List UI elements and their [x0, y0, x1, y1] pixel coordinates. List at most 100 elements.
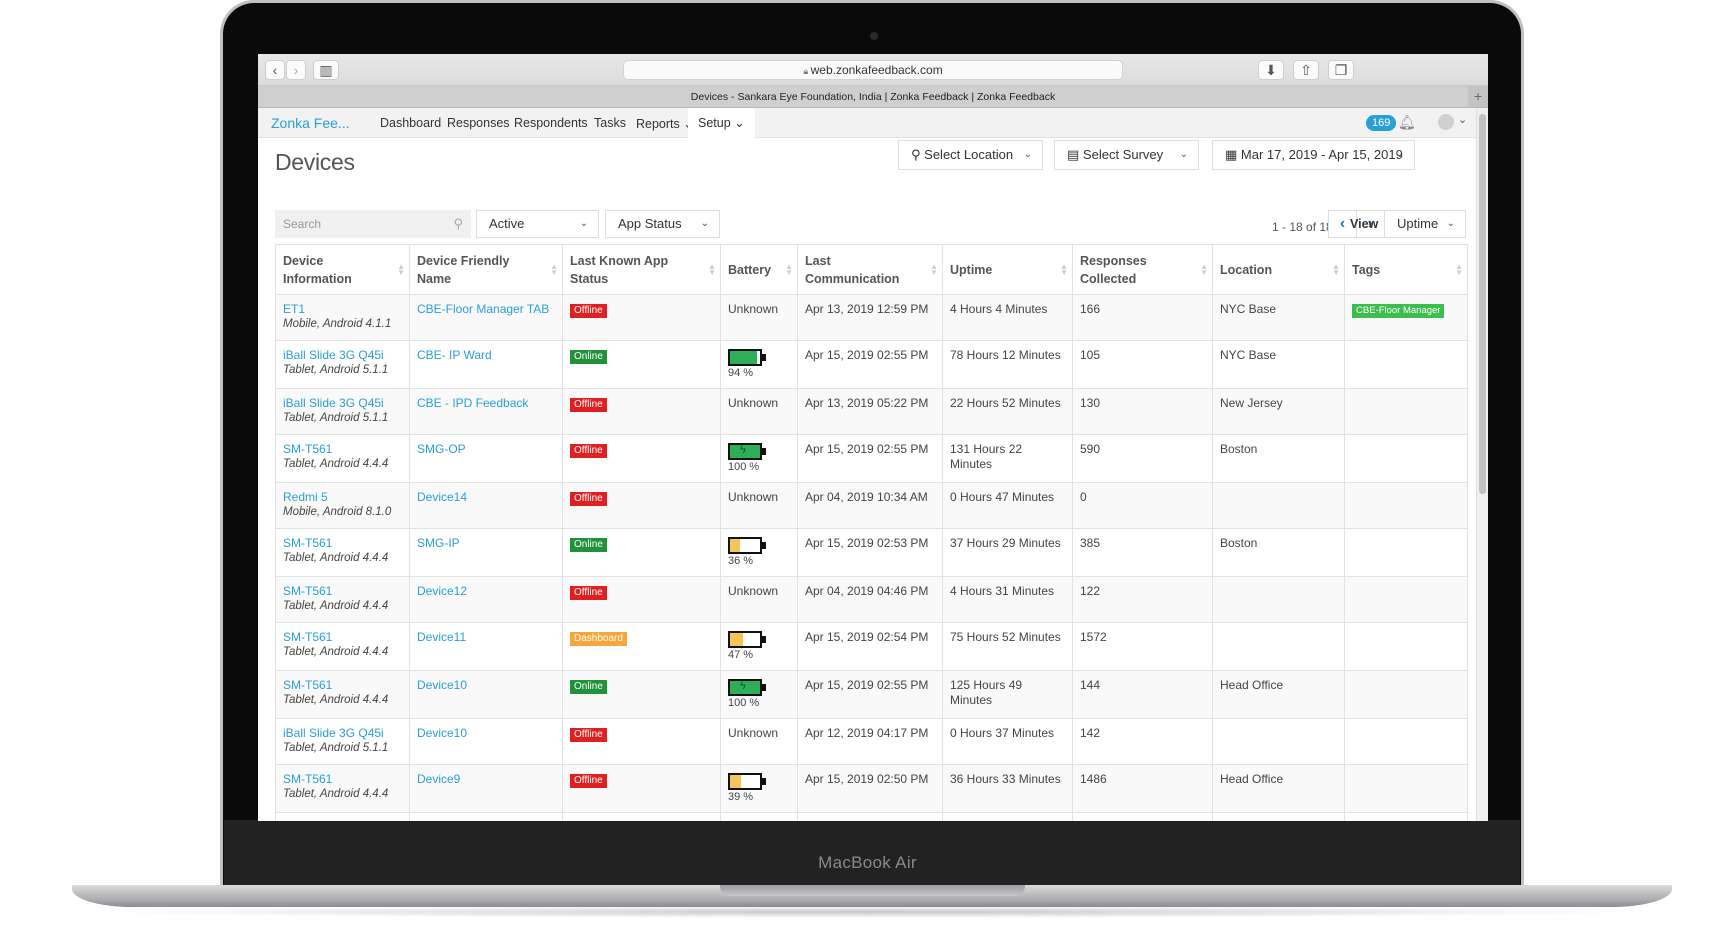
- device-link[interactable]: SM-T561: [283, 536, 402, 551]
- device-link[interactable]: SM-T561: [283, 584, 402, 599]
- brand-logo[interactable]: Zonka Fee...: [271, 115, 350, 131]
- column-header-location[interactable]: Location ▲ ▼: [1212, 244, 1345, 295]
- column-header-device-friendly-name[interactable]: Device Friendly Name ▲ ▼: [409, 244, 563, 295]
- cell-friendly-name: Device8: [409, 812, 563, 821]
- scrollbar-thumb[interactable]: [1479, 114, 1486, 494]
- cell-last-communication: Apr 15, 2019 02:54 PM: [797, 622, 943, 671]
- charging-bolt-icon: ϟ: [740, 444, 746, 456]
- friendly-name-link[interactable]: Device9: [417, 772, 555, 787]
- column-header-last-known-app-status[interactable]: Last Known App Status ▲ ▼: [562, 244, 721, 295]
- friendly-name-link[interactable]: Device14: [417, 490, 555, 505]
- view-dropdown[interactable]: Uptime ⌄: [1384, 210, 1466, 238]
- column-header-uptime[interactable]: Uptime ▲ ▼: [942, 244, 1073, 295]
- tag-badge[interactable]: CBE-Floor Manager: [1352, 304, 1445, 318]
- battery-unknown: Unknown: [728, 490, 779, 504]
- date-range-picker[interactable]: ▦ Mar 17, 2019 - Apr 15, 2019 ⌄: [1212, 140, 1415, 170]
- select-location-dropdown[interactable]: ⚲ Select Location ⌄: [898, 140, 1043, 170]
- share-button[interactable]: ⇧: [1293, 60, 1319, 80]
- device-link[interactable]: iBall Slide 3G Q45i: [283, 396, 402, 411]
- status-badge: Offline: [570, 444, 607, 458]
- sort-icon[interactable]: ▲ ▼: [1060, 262, 1068, 276]
- friendly-name-link[interactable]: SMG-IP: [417, 536, 555, 551]
- sort-icon[interactable]: ▲ ▼: [550, 262, 558, 276]
- friendly-name-link[interactable]: CBE-Floor Manager TAB: [417, 302, 555, 317]
- nav-setup[interactable]: Setup ⌄: [688, 108, 755, 138]
- device-link[interactable]: Redmi 5: [283, 490, 402, 505]
- active-tab-title[interactable]: Devices - Sankara Eye Foundation, India …: [691, 91, 1055, 103]
- device-platform: Tablet, Android 4.4.4: [283, 694, 389, 706]
- device-link[interactable]: SM-T561: [283, 678, 402, 693]
- cell-app-status: Online: [562, 528, 721, 577]
- cell-device-info: SM-T561Tablet, Android 4.4.4: [275, 528, 410, 577]
- device-link[interactable]: SM-T561: [283, 442, 402, 457]
- chevron-down-icon: ⌄: [1023, 149, 1032, 160]
- device-link[interactable]: iBall Slide 3G Q45i: [283, 348, 402, 363]
- user-avatar[interactable]: [1438, 114, 1454, 130]
- back-button[interactable]: ‹: [265, 60, 285, 80]
- active-filter-dropdown[interactable]: Active ⌄: [476, 210, 599, 238]
- browser-toolbar: ‹ › ▥ 🔒︎ web.zonkafeedback.com ⬇ ⇧ ❐: [258, 54, 1488, 86]
- sort-icon[interactable]: ▲ ▼: [785, 262, 793, 276]
- chevron-down-icon[interactable]: ⌄: [1458, 113, 1467, 126]
- sort-icon[interactable]: ▲ ▼: [930, 262, 938, 276]
- cell-app-status: Offline: [562, 388, 721, 435]
- sort-icon[interactable]: ▲ ▼: [1200, 262, 1208, 276]
- cell-uptime: 0 Hours 37 Minutes: [942, 718, 1073, 765]
- nav-reports[interactable]: Reports ⌄: [636, 116, 694, 131]
- nav-responses[interactable]: Responses: [447, 116, 510, 130]
- device-link[interactable]: SM-T561: [283, 820, 402, 821]
- column-header-battery[interactable]: Battery ▲ ▼: [720, 244, 798, 295]
- table-row: iBall Slide 3G Q45i Tablet, Android 5.1.1…: [275, 388, 1468, 435]
- device-link[interactable]: SM-T561: [283, 772, 402, 787]
- sort-icon[interactable]: ▲ ▼: [397, 262, 405, 276]
- status-badge: Offline: [570, 774, 607, 788]
- friendly-name-link[interactable]: Device12: [417, 584, 555, 599]
- column-header-device-information[interactable]: Device Information ▲ ▼: [275, 244, 410, 295]
- friendly-name-link[interactable]: Device10: [417, 678, 555, 693]
- column-header-last-communication[interactable]: Last Communication ▲ ▼: [797, 244, 943, 295]
- nav-dashboard[interactable]: Dashboard: [380, 116, 441, 130]
- chevron-down-icon: ⌄: [579, 218, 588, 229]
- cell-location: [1212, 812, 1345, 821]
- cell-location: Boston: [1212, 528, 1345, 577]
- friendly-name-link[interactable]: SMG-OP: [417, 442, 555, 457]
- status-badge: Offline: [570, 728, 607, 742]
- column-header-label: Device Information: [283, 253, 352, 286]
- sort-icon[interactable]: ▲ ▼: [1455, 262, 1463, 276]
- search-input[interactable]: Search ⚲: [275, 210, 471, 238]
- battery-icon: [728, 349, 766, 366]
- bell-icon[interactable]: 🔔︎: [1398, 114, 1416, 131]
- column-header-tags[interactable]: Tags ▲ ▼: [1344, 244, 1468, 295]
- tabs-button[interactable]: ❐: [1328, 60, 1354, 80]
- new-tab-button[interactable]: +: [1468, 86, 1488, 107]
- table-row: SM-T561Tablet, Android 4.4.4 Device8 Offli…: [275, 812, 1468, 821]
- device-link[interactable]: iBall Slide 3G Q45i: [283, 726, 402, 741]
- friendly-name-link[interactable]: CBE - IPD Feedback: [417, 396, 555, 411]
- device-platform: Tablet, Android 4.4.4: [283, 600, 389, 612]
- column-header-responses-collected[interactable]: Responses Collected ▲ ▼: [1072, 244, 1213, 295]
- device-link[interactable]: ET1: [283, 302, 402, 317]
- sort-icon[interactable]: ▲ ▼: [1332, 262, 1340, 276]
- sort-icon[interactable]: ▲ ▼: [708, 262, 716, 276]
- table-row: Redmi 5 Mobile, Android 8.1.0 Device14 Offl…: [275, 482, 1468, 529]
- forward-button[interactable]: ›: [286, 60, 306, 80]
- sidebar-toggle-button[interactable]: ▥: [313, 60, 339, 80]
- search-icon: ⚲: [453, 216, 463, 231]
- downloads-button[interactable]: ⬇: [1258, 60, 1284, 80]
- nav-respondents[interactable]: Respondents: [514, 116, 588, 130]
- app-status-dropdown[interactable]: App Status ⌄: [605, 210, 720, 238]
- address-bar[interactable]: 🔒︎ web.zonkafeedback.com: [623, 60, 1123, 80]
- download-icon: ⬇: [1265, 62, 1277, 78]
- cell-device-info: SM-T561Tablet, Android 4.4.4: [275, 764, 410, 813]
- friendly-name-link[interactable]: Device10: [417, 726, 555, 741]
- friendly-name-link[interactable]: Device11: [417, 630, 555, 645]
- friendly-name-link[interactable]: Device8: [417, 820, 555, 821]
- column-header-label: Location: [1220, 262, 1273, 277]
- friendly-name-link[interactable]: CBE- IP Ward: [417, 348, 555, 363]
- device-link[interactable]: SM-T561: [283, 630, 402, 645]
- nav-tasks[interactable]: Tasks: [594, 116, 626, 130]
- page-scrollbar[interactable]: [1476, 108, 1488, 821]
- laptop-shadow: [90, 906, 1650, 918]
- select-survey-dropdown[interactable]: ▤ Select Survey ⌄: [1054, 140, 1199, 170]
- notification-badge[interactable]: 169: [1366, 115, 1397, 131]
